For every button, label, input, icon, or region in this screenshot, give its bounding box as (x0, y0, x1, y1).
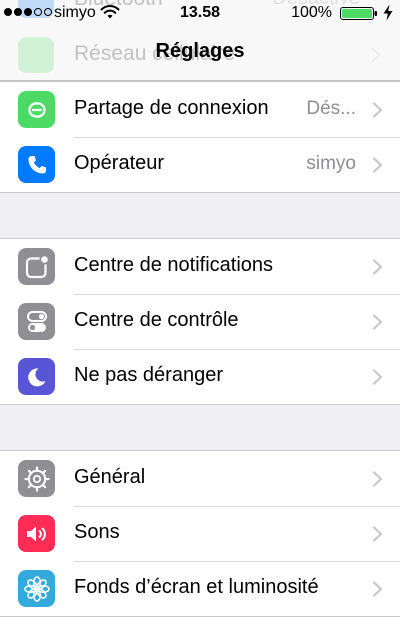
chevron-right-icon (372, 526, 383, 542)
settings-list: Partage de connexion Dés... Opérateur si… (0, 81, 400, 617)
group-separator (0, 193, 400, 238)
settings-row-label: Sons (74, 521, 120, 543)
settings-row-general[interactable]: Général (0, 451, 400, 506)
hotspot-icon (18, 91, 55, 128)
chevron-right-icon (372, 471, 383, 487)
battery-percentage: 100% (291, 4, 332, 21)
speaker-icon (18, 515, 55, 552)
settings-row-operateur[interactable]: Opérateur simyo (0, 137, 400, 192)
chevron-right-icon (372, 369, 383, 385)
battery-icon (340, 7, 377, 20)
settings-group-device: Général Sons Fonds d’écran et luminosité (0, 450, 400, 617)
settings-row-label: Général (74, 466, 146, 488)
settings-row-label: Fonds d’écran et luminosité (74, 576, 319, 598)
settings-row-label: Opérateur (74, 152, 165, 174)
settings-row-centre-de-controle[interactable]: Centre de contrôle (0, 294, 400, 349)
wallpaper-icon (18, 570, 55, 607)
settings-row-centre-de-notifications[interactable]: Centre de notifications (0, 239, 400, 294)
moon-icon (18, 358, 55, 395)
settings-row-value: Dés... (306, 98, 356, 119)
settings-row-ne-pas-deranger[interactable]: Ne pas déranger (0, 349, 400, 404)
settings-group-connectivity: Partage de connexion Dés... Opérateur si… (0, 81, 400, 193)
settings-row-partage-de-connexion[interactable]: Partage de connexion Dés... (0, 82, 400, 137)
settings-row-value: simyo (306, 153, 356, 174)
top-bar: Bluetooth Désactivé Réseau cellulaire si… (0, 0, 400, 81)
gear-icon (18, 460, 55, 497)
settings-row-label: Centre de contrôle (74, 309, 239, 331)
chevron-right-icon (372, 157, 383, 173)
settings-row-sons[interactable]: Sons (0, 506, 400, 561)
chevron-right-icon (372, 102, 383, 118)
settings-group-centers: Centre de notifications Centre de contrô… (0, 238, 400, 405)
chevron-right-icon (372, 314, 383, 330)
page-title: Réglages (155, 40, 245, 62)
settings-row-label: Centre de notifications (74, 254, 274, 276)
group-separator (0, 405, 400, 450)
toggles-icon (18, 303, 55, 340)
settings-row-label: Partage de connexion (74, 97, 269, 119)
status-bar: simyo 13.58 100% (0, 0, 400, 26)
chevron-right-icon (372, 259, 383, 275)
chevron-right-icon (372, 581, 383, 597)
charging-bolt-icon (383, 4, 393, 21)
phone-icon (18, 146, 55, 183)
notifications-icon (18, 248, 55, 285)
settings-row-fonds-d-ecran[interactable]: Fonds d’écran et luminosité (0, 561, 400, 616)
settings-row-label: Ne pas déranger (74, 364, 223, 386)
